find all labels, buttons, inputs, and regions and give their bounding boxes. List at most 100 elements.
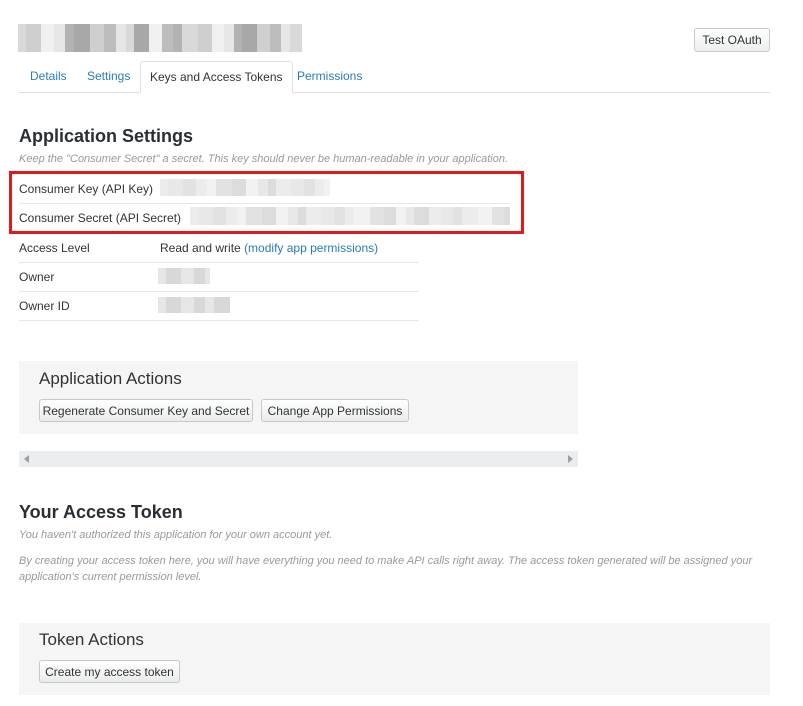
pixelation-block [462, 207, 478, 225]
pixelation-block [198, 24, 212, 52]
pixelation-block [216, 179, 232, 196]
pixelation-block [429, 207, 442, 225]
pixelation-block [234, 24, 242, 52]
pixelation-block [214, 297, 230, 313]
pixelation-block [18, 24, 26, 52]
pixelation-block [232, 179, 246, 196]
pixelation-block [183, 179, 196, 196]
consumer-secret-label: Consumer Secret (API Secret) [19, 211, 182, 225]
pixelation-block [288, 207, 298, 225]
pixelation-block [226, 207, 237, 225]
application-actions-panel: Application Actions Regenerate Consumer … [19, 361, 578, 434]
access-level-value: Read and write (modify app permissions) [160, 241, 378, 255]
pixelation-block [194, 297, 205, 313]
pixelation-block [54, 24, 65, 52]
pixelation-block [304, 179, 315, 196]
not-authorized-hint: You haven't authorized this application … [19, 529, 333, 541]
pixelation-block [345, 207, 354, 225]
pixelation-block [246, 207, 262, 225]
tab-keys-and-access-tokens[interactable]: Keys and Access Tokens [140, 61, 293, 93]
change-app-permissions-button[interactable]: Change App Permissions [261, 399, 409, 422]
consumer-key-label: Consumer Key (API Key) [19, 182, 154, 196]
pixelation-block [213, 207, 226, 225]
pixelation-block [65, 24, 74, 52]
regenerate-consumer-key-button[interactable]: Regenerate Consumer Key and Secret [39, 399, 253, 422]
pixelation-block [442, 207, 453, 225]
pixelation-block [268, 179, 276, 196]
pixelation-block [158, 297, 166, 313]
pixelation-block [194, 268, 205, 284]
access-level-text: Read and write [160, 241, 241, 255]
pixelation-block [166, 297, 181, 313]
pixelation-block [74, 24, 90, 52]
token-actions-heading: Token Actions [39, 630, 144, 649]
pixelation-block [224, 24, 234, 52]
horizontal-scrollbar[interactable] [19, 451, 578, 467]
pixelation-block [453, 207, 462, 225]
pixelation-block [334, 207, 345, 225]
pixelation-block [205, 268, 210, 284]
pixelation-block [406, 207, 414, 225]
create-access-token-button[interactable]: Create my access token [39, 660, 180, 683]
pixelation-block [298, 207, 306, 225]
access-token-description: By creating your access token here, you … [19, 555, 753, 583]
owner-id-value-obscured [158, 297, 230, 313]
pixelation-block [291, 179, 304, 196]
pixelation-block [116, 24, 126, 52]
row-divider [19, 291, 419, 292]
pixelation-block [166, 268, 181, 284]
pixelation-block [276, 179, 291, 196]
pixelation-block [205, 297, 214, 313]
pixelation-block [182, 24, 198, 52]
consumer-secret-hint: Keep the "Consumer Secret" a secret. Thi… [19, 153, 509, 165]
pixelation-block [396, 207, 406, 225]
pixelation-block [258, 179, 268, 196]
pixelation-block [104, 24, 116, 52]
row-divider [19, 320, 419, 321]
pixelation-block [262, 207, 276, 225]
pixelation-block [237, 207, 246, 225]
pixelation-block [257, 24, 270, 52]
pixelation-block [324, 179, 330, 196]
pixelation-block [173, 24, 182, 52]
pixelation-block [354, 207, 370, 225]
pixelation-block [212, 24, 224, 52]
pixelation-block [290, 24, 302, 52]
pixelation-block [478, 207, 492, 225]
scroll-right-icon[interactable] [568, 455, 573, 463]
application-settings-heading: Application Settings [19, 126, 194, 146]
pixelation-block [198, 207, 213, 225]
modify-app-permissions-link[interactable]: (modify app permissions) [244, 241, 378, 255]
test-oauth-button[interactable]: Test OAuth [694, 28, 770, 52]
pixelation-block [242, 24, 257, 52]
row-divider [19, 262, 419, 263]
consumer-key-value-obscured [160, 179, 330, 196]
pixelation-block [196, 179, 207, 196]
application-actions-heading: Application Actions [39, 369, 182, 388]
pixelation-block [276, 207, 288, 225]
pixelation-block [492, 207, 504, 225]
pixelation-block [134, 24, 149, 52]
pixelation-block [321, 207, 334, 225]
owner-id-label: Owner ID [19, 299, 70, 313]
pixelation-block [414, 207, 429, 225]
app-name-obscured [18, 24, 302, 52]
pixelation-block [149, 24, 162, 52]
pixelation-block [168, 179, 183, 196]
scroll-left-icon[interactable] [24, 455, 29, 463]
pixelation-block [384, 207, 396, 225]
pixelation-block [162, 24, 173, 52]
owner-value-obscured [158, 268, 210, 284]
pixelation-block [126, 24, 134, 52]
pixelation-block [26, 24, 41, 52]
consumer-secret-value-obscured [190, 207, 510, 225]
pixelation-block [370, 207, 384, 225]
pixelation-block [190, 207, 198, 225]
tab-settings[interactable]: Settings [87, 61, 130, 92]
pixelation-block [246, 179, 258, 196]
pixelation-block [160, 179, 168, 196]
tab-details[interactable]: Details [30, 61, 67, 92]
tab-permissions[interactable]: Permissions [297, 61, 362, 92]
pixelation-block [270, 24, 281, 52]
pixelation-block [315, 179, 324, 196]
